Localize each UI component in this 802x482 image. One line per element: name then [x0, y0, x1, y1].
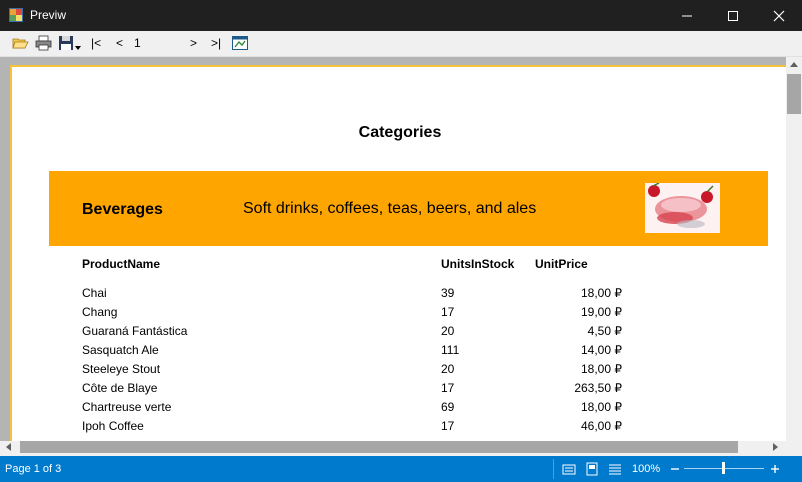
single-page-view-button[interactable] — [562, 462, 576, 479]
units-in-stock: 17 — [441, 305, 455, 319]
unit-price: 14,00 ₽ — [581, 343, 622, 357]
first-page-button[interactable]: |< — [91, 36, 101, 50]
zoom-out-button[interactable] — [670, 463, 680, 478]
continuous-icon — [609, 464, 621, 475]
category-header-band: Beverages Soft drinks, coffees, teas, be… — [49, 171, 768, 246]
title-bar: Previw — [0, 0, 802, 31]
scroll-left-arrow-icon[interactable] — [5, 443, 11, 451]
table-row: Steeleye Stout 20 18,00 ₽ — [12, 362, 786, 381]
vertical-scroll-thumb[interactable] — [787, 74, 801, 114]
single-page-icon — [562, 464, 576, 475]
units-in-stock: 111 — [441, 343, 460, 357]
zoom-level: 100% — [632, 463, 661, 475]
preview-area[interactable]: Categories Beverages Soft drinks, coffee… — [0, 57, 786, 441]
unit-price: 18,00 ₽ — [581, 400, 622, 414]
close-button[interactable] — [756, 0, 802, 31]
multi-page-view-button[interactable] — [585, 462, 599, 479]
vertical-scrollbar[interactable] — [786, 57, 802, 448]
open-folder-icon — [12, 38, 29, 49]
product-name: Sasquatch Ale — [82, 343, 159, 357]
product-name: Steeleye Stout — [82, 362, 161, 376]
toolbar: |< < > >| — [0, 31, 802, 57]
zoom-in-icon — [771, 465, 779, 473]
units-in-stock: 17 — [441, 381, 455, 395]
open-button[interactable] — [12, 35, 29, 51]
table-row: Sasquatch Ale 111 14,00 ₽ — [12, 343, 786, 362]
minimize-icon — [682, 15, 692, 17]
scrollbar-corner — [786, 441, 802, 453]
export-icon — [232, 36, 248, 50]
app-icon — [9, 8, 23, 22]
status-separator — [553, 459, 554, 479]
product-name: Guaraná Fantástica — [82, 324, 188, 338]
table-row: Chai 39 18,00 ₽ — [12, 286, 786, 305]
save-icon — [59, 36, 73, 50]
zoom-in-button[interactable] — [770, 463, 780, 478]
table-row: Chang 17 19,00 ₽ — [12, 305, 786, 324]
zoom-slider-thumb[interactable] — [722, 462, 725, 474]
category-picture — [645, 183, 720, 233]
product-name: Chai — [82, 286, 107, 300]
save-dropdown[interactable] — [75, 39, 81, 55]
save-button[interactable] — [58, 35, 74, 51]
units-in-stock: 20 — [441, 324, 455, 338]
continuous-view-button[interactable] — [608, 462, 622, 479]
unit-price: 19,00 ₽ — [581, 305, 622, 319]
window-title: Previw — [30, 8, 67, 22]
column-header-productname: ProductName — [82, 257, 161, 271]
last-page-button[interactable]: >| — [211, 36, 221, 50]
maximize-icon — [728, 11, 738, 21]
product-name: Côte de Blaye — [82, 381, 158, 395]
table-row: Ipoh Coffee 17 46,00 ₽ — [12, 419, 786, 438]
print-button[interactable] — [35, 35, 52, 51]
units-in-stock: 39 — [441, 286, 455, 300]
multi-page-icon — [586, 462, 598, 476]
dropdown-arrow-icon — [75, 46, 81, 50]
status-bar: Page 1 of 3 100% — [0, 456, 802, 482]
page-number-input[interactable] — [132, 35, 186, 51]
product-name: Chang — [82, 305, 118, 319]
next-page-button[interactable]: > — [190, 36, 197, 50]
page-info: Page 1 of 3 — [5, 463, 62, 475]
zoom-out-icon — [671, 468, 679, 470]
units-in-stock: 69 — [441, 400, 455, 414]
report-page: Categories Beverages Soft drinks, coffee… — [10, 65, 786, 441]
unit-price: 46,00 ₽ — [581, 419, 622, 433]
close-icon — [773, 10, 785, 22]
report-title: Categories — [358, 124, 442, 141]
horizontal-scroll-thumb[interactable] — [20, 441, 738, 453]
previous-page-button[interactable]: < — [116, 36, 123, 50]
unit-price: 18,00 ₽ — [581, 286, 622, 300]
maximize-button[interactable] — [710, 0, 756, 31]
unit-price: 4,50 ₽ — [587, 324, 622, 338]
unit-price: 18,00 ₽ — [581, 362, 622, 376]
table-row: Chartreuse verte 69 18,00 ₽ — [12, 400, 786, 419]
print-icon — [35, 35, 52, 51]
scroll-right-arrow-icon[interactable] — [773, 443, 779, 451]
export-button[interactable] — [232, 35, 248, 51]
horizontal-scrollbar[interactable] — [0, 441, 786, 453]
table-row: Côte de Blaye 17 263,50 ₽ — [12, 381, 786, 400]
category-description: Soft drinks, coffees, teas, beers, and a… — [243, 200, 537, 217]
units-in-stock: 17 — [441, 419, 455, 433]
product-name: Ipoh Coffee — [82, 419, 144, 433]
column-header-unitsinstock: UnitsInStock — [441, 257, 515, 271]
table-row: Guaraná Fantástica 20 4,50 ₽ — [12, 324, 786, 343]
product-name: Chartreuse verte — [82, 400, 172, 414]
column-header-unitprice: UnitPrice — [535, 257, 588, 271]
unit-price: 263,50 ₽ — [574, 381, 622, 395]
units-in-stock: 20 — [441, 362, 455, 376]
scroll-up-arrow-icon[interactable] — [790, 61, 798, 67]
minimize-button[interactable] — [664, 0, 710, 31]
category-name: Beverages — [82, 201, 163, 218]
